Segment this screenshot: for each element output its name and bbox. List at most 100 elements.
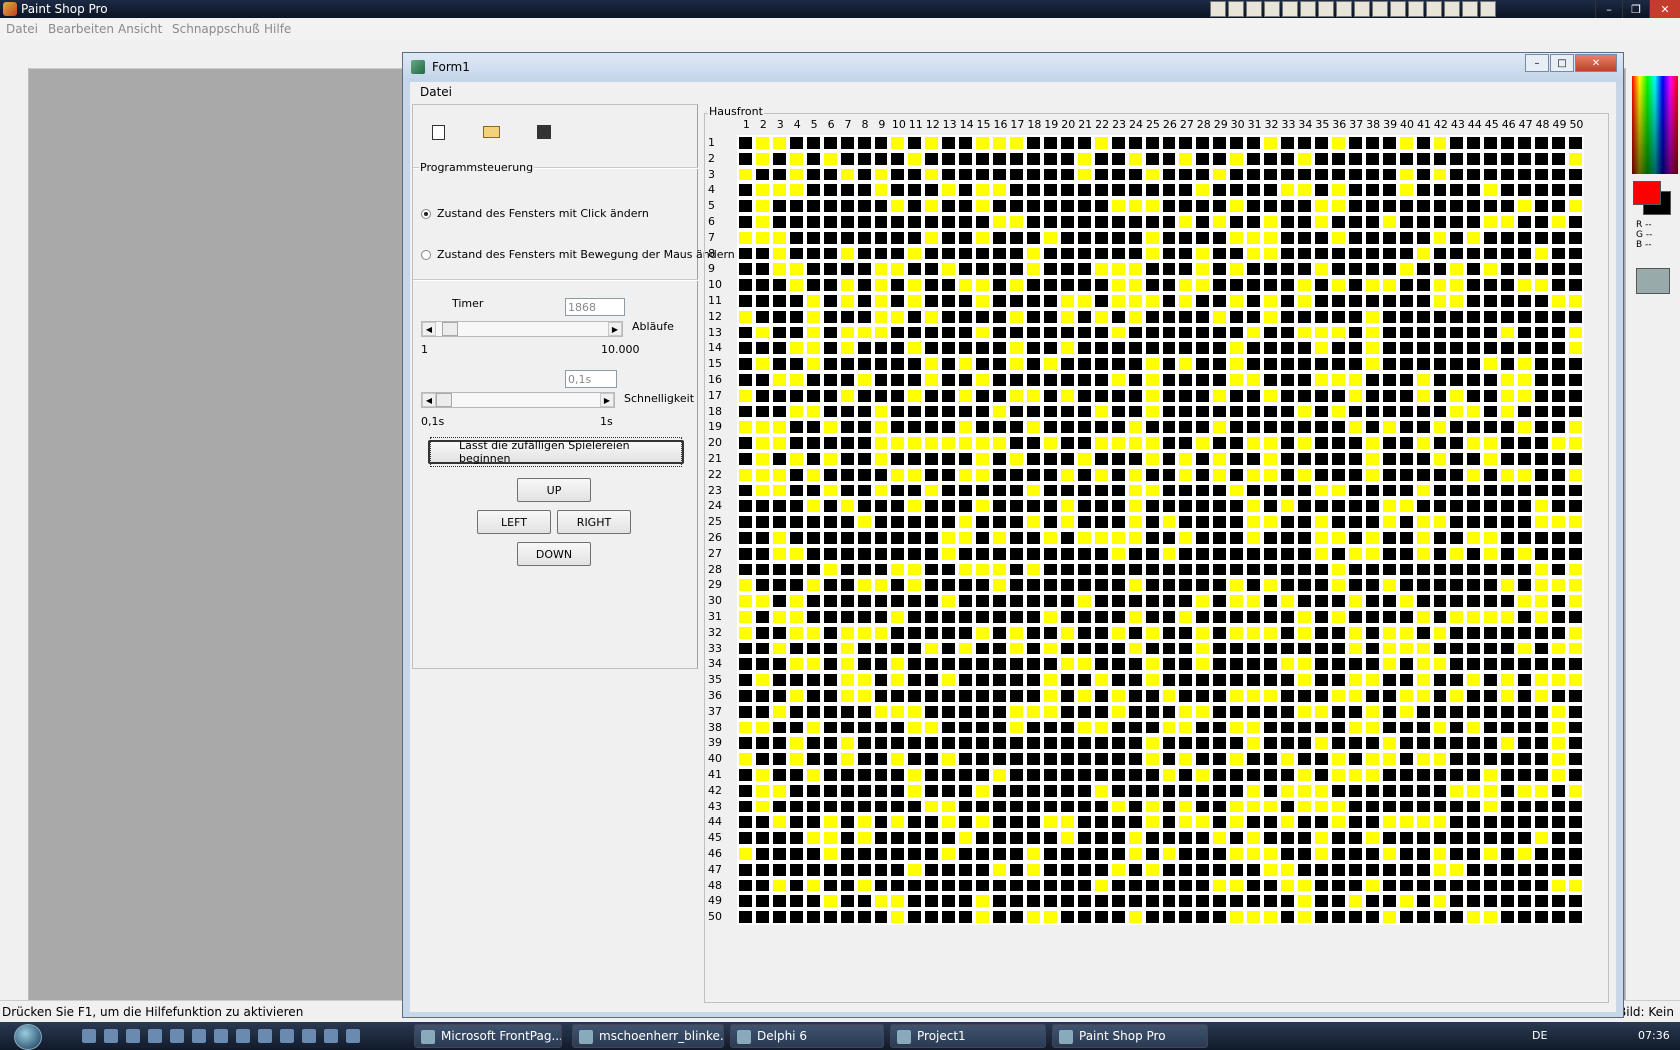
window-cell[interactable] — [857, 611, 871, 623]
window-cell[interactable] — [1247, 737, 1261, 750]
window-cell[interactable] — [1010, 911, 1023, 923]
window-cell[interactable] — [1094, 247, 1108, 260]
window-cell[interactable] — [1264, 895, 1278, 908]
window-cell[interactable] — [1365, 358, 1379, 370]
window-cell[interactable] — [1094, 152, 1108, 165]
window-cell[interactable] — [1484, 421, 1498, 434]
window-cell[interactable] — [1145, 216, 1159, 228]
window-cell[interactable] — [1196, 737, 1210, 750]
window-cell[interactable] — [1416, 342, 1430, 355]
window-cell[interactable] — [1518, 816, 1532, 829]
window-cell[interactable] — [1077, 579, 1091, 592]
window-cell[interactable] — [1331, 642, 1345, 655]
window-cell[interactable] — [823, 753, 837, 765]
window-cell[interactable] — [1433, 500, 1447, 513]
window-cell[interactable] — [823, 705, 837, 718]
window-cell[interactable] — [1213, 516, 1227, 528]
window-cell[interactable] — [1179, 816, 1193, 829]
window-cell[interactable] — [857, 200, 871, 212]
window-cell[interactable] — [993, 626, 1007, 639]
window-cell[interactable] — [1196, 879, 1210, 892]
window-cell[interactable] — [1128, 705, 1142, 718]
window-cell[interactable] — [1552, 737, 1566, 750]
window-cell[interactable] — [1128, 563, 1142, 576]
window-cell[interactable] — [1162, 168, 1176, 181]
window-cell[interactable] — [1196, 595, 1210, 607]
window-cell[interactable] — [908, 563, 922, 576]
window-cell[interactable] — [1365, 516, 1379, 528]
window-cell[interactable] — [1026, 405, 1040, 418]
window-cell[interactable] — [1518, 468, 1532, 481]
window-cell[interactable] — [1128, 769, 1142, 781]
window-cell[interactable] — [1196, 468, 1210, 481]
window-cell[interactable] — [942, 895, 956, 908]
window-cell[interactable] — [1365, 453, 1379, 465]
window-cell[interactable] — [891, 405, 905, 418]
window-cell[interactable] — [1247, 547, 1261, 560]
window-cell[interactable] — [1467, 200, 1481, 212]
window-cell[interactable] — [908, 152, 922, 165]
window-cell[interactable] — [1094, 468, 1108, 481]
window-cell[interactable] — [857, 674, 871, 686]
window-cell[interactable] — [1213, 784, 1227, 797]
window-cell[interactable] — [789, 152, 803, 165]
window-cell[interactable] — [1348, 595, 1362, 607]
window-cell[interactable] — [755, 231, 769, 244]
window-cell[interactable] — [789, 484, 803, 497]
window-cell[interactable] — [739, 769, 752, 781]
window-cell[interactable] — [908, 263, 922, 276]
window-cell[interactable] — [1247, 484, 1261, 497]
window-cell[interactable] — [908, 374, 922, 386]
window-cell[interactable] — [1467, 453, 1481, 465]
window-cell[interactable] — [993, 453, 1007, 465]
window-cell[interactable] — [1365, 295, 1379, 307]
window-cell[interactable] — [1128, 468, 1142, 481]
window-cell[interactable] — [1247, 816, 1261, 829]
window-cell[interactable] — [1298, 374, 1311, 386]
window-cell[interactable] — [1298, 721, 1311, 734]
window-cell[interactable] — [976, 626, 990, 639]
quicklaunch-icon[interactable] — [236, 1029, 250, 1043]
window-cell[interactable] — [1552, 595, 1566, 607]
window-cell[interactable] — [755, 705, 769, 718]
window-cell[interactable] — [1399, 832, 1413, 844]
window-cell[interactable] — [1501, 421, 1515, 434]
window-cell[interactable] — [1552, 247, 1566, 260]
window-cell[interactable] — [1331, 705, 1345, 718]
window-cell[interactable] — [823, 895, 837, 908]
window-cell[interactable] — [857, 579, 871, 592]
window-cell[interactable] — [1467, 832, 1481, 844]
window-cell[interactable] — [959, 800, 973, 813]
window-cell[interactable] — [1111, 547, 1125, 560]
window-cell[interactable] — [1382, 611, 1396, 623]
window-cell[interactable] — [772, 468, 786, 481]
window-cell[interactable] — [1094, 563, 1108, 576]
window-cell[interactable] — [1484, 326, 1498, 339]
window-cell[interactable] — [874, 626, 888, 639]
window-cell[interactable] — [1314, 437, 1328, 449]
window-cell[interactable] — [959, 611, 973, 623]
window-cell[interactable] — [959, 389, 973, 402]
window-cell[interactable] — [1484, 563, 1498, 576]
arrow-left-icon[interactable]: ◀ — [422, 393, 436, 407]
window-cell[interactable] — [1450, 895, 1464, 908]
window-cell[interactable] — [1450, 753, 1464, 765]
window-cell[interactable] — [1264, 468, 1278, 481]
window-cell[interactable] — [772, 658, 786, 671]
window-cell[interactable] — [1416, 674, 1430, 686]
window-cell[interactable] — [739, 405, 752, 418]
window-cell[interactable] — [806, 453, 820, 465]
window-cell[interactable] — [1281, 690, 1295, 702]
window-cell[interactable] — [1535, 310, 1549, 323]
window-cell[interactable] — [1518, 705, 1532, 718]
window-cell[interactable] — [1281, 721, 1295, 734]
window-cell[interactable] — [925, 216, 939, 228]
window-cell[interactable] — [1196, 152, 1210, 165]
window-cell[interactable] — [1569, 437, 1582, 449]
window-cell[interactable] — [1348, 753, 1362, 765]
window-cell[interactable] — [925, 879, 939, 892]
window-cell[interactable] — [1365, 721, 1379, 734]
window-cell[interactable] — [1348, 705, 1362, 718]
window-cell[interactable] — [1264, 879, 1278, 892]
window-cell[interactable] — [823, 658, 837, 671]
